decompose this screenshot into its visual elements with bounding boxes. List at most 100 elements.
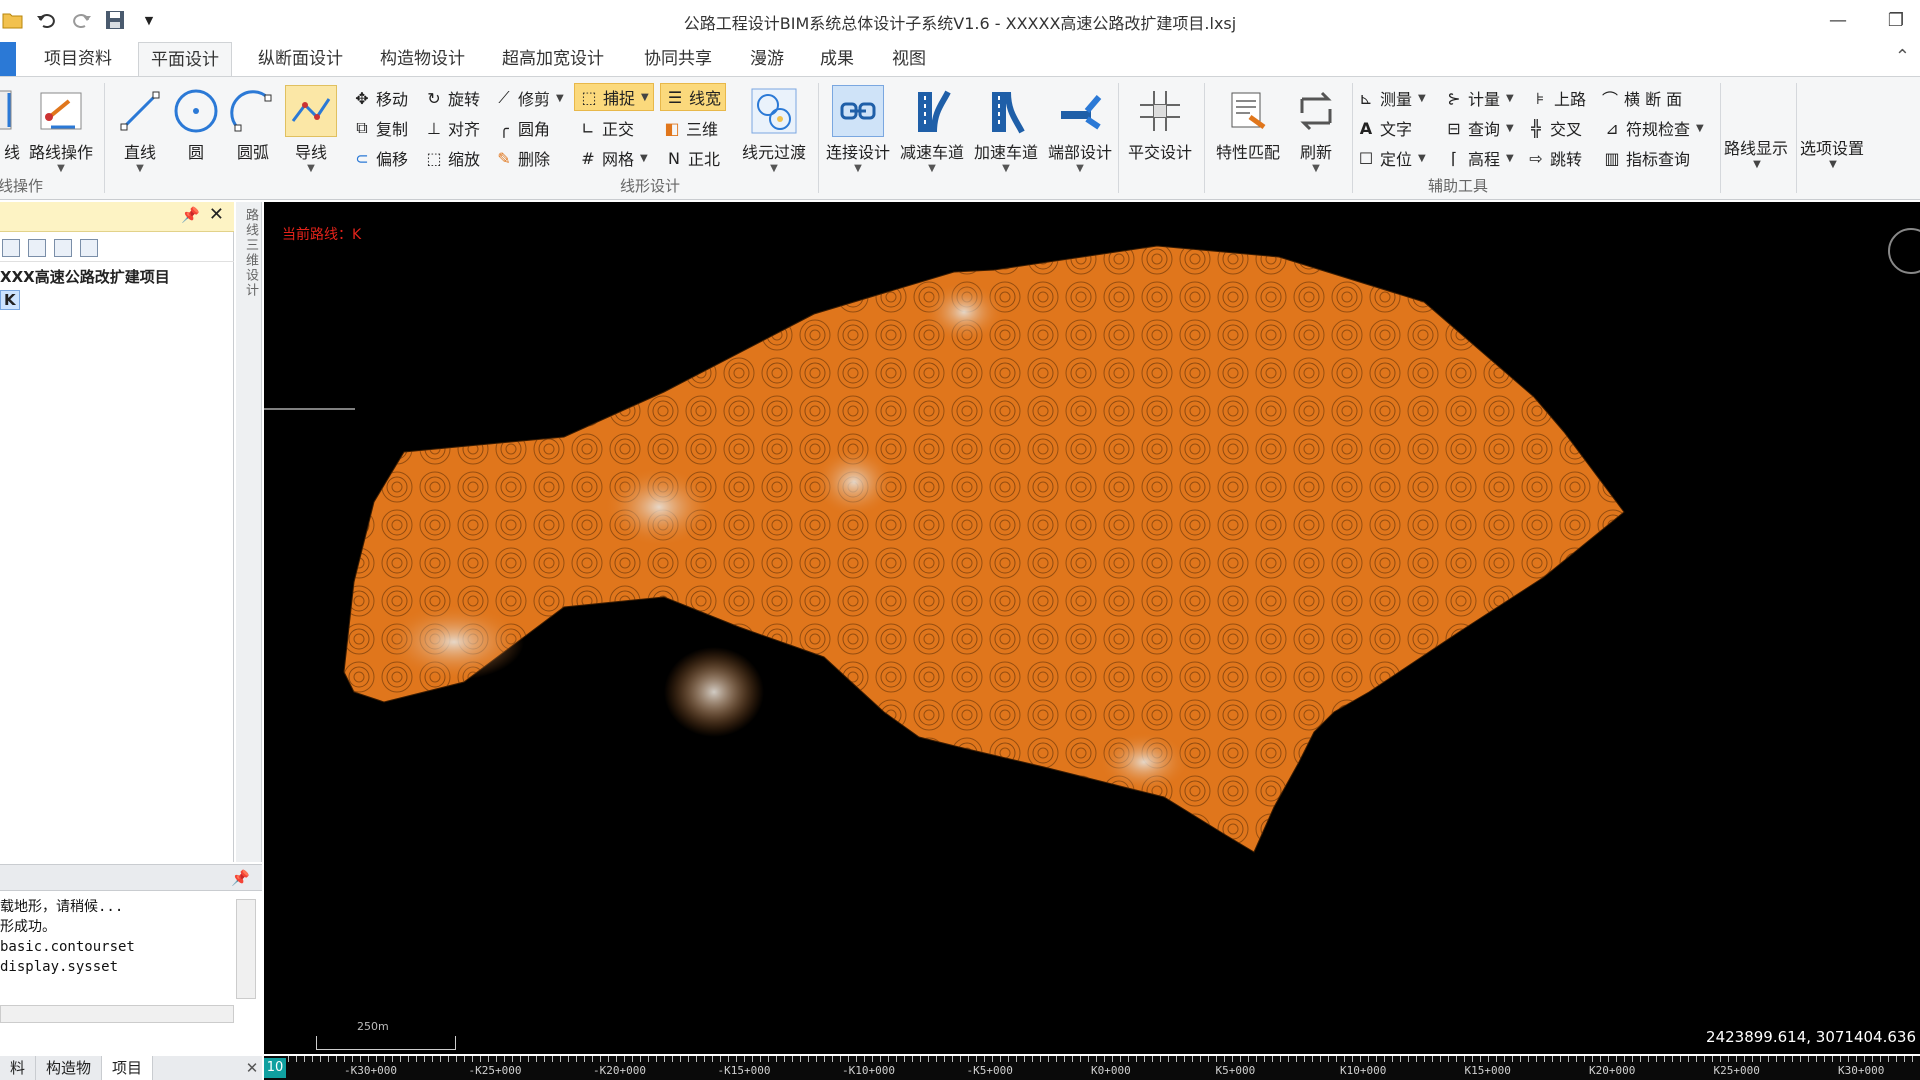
- command-line: 载地形，请稍候...: [0, 899, 124, 915]
- offset-button[interactable]: ⊂ 偏移: [352, 145, 408, 171]
- tab-plan-design[interactable]: 平面设计: [138, 42, 232, 78]
- import-icon[interactable]: [54, 238, 72, 257]
- elevation-icon: ⌈: [1450, 148, 1458, 168]
- tab-view[interactable]: 视图: [880, 42, 938, 76]
- locate-button[interactable]: ☐ 定位 ▼: [1356, 145, 1426, 171]
- tab-profile-design[interactable]: 纵断面设计: [246, 42, 355, 76]
- minimize-icon[interactable]: —: [1824, 6, 1852, 34]
- cad-viewport[interactable]: 当前路线：K 250m 2423899.614, 3071404.636: [264, 202, 1920, 1054]
- jump-button[interactable]: ⇨ 跳转: [1526, 145, 1582, 171]
- table-icon[interactable]: [2, 238, 20, 257]
- group-separator: [1204, 83, 1205, 193]
- file-tab[interactable]: [0, 42, 16, 76]
- align-button[interactable]: ⊥ 对齐: [424, 115, 480, 141]
- dropdown-caret-icon: ▼: [641, 91, 649, 103]
- close-icon[interactable]: ✕: [209, 204, 224, 225]
- index-query-button[interactable]: ▥ 指标查询: [1602, 145, 1690, 171]
- ortho-button[interactable]: ∟ 正交: [578, 115, 634, 141]
- restore-icon[interactable]: ❐: [1882, 6, 1910, 34]
- line-button[interactable]: 直线 ▼: [112, 85, 168, 175]
- line-width-button[interactable]: ☰ 线宽: [660, 83, 727, 111]
- partial-line-button[interactable]: 线: [0, 85, 20, 175]
- dropdown-caret-icon: ▼: [640, 152, 648, 164]
- north-button[interactable]: N 正北: [664, 145, 720, 171]
- compliance-check-button[interactable]: ⊿ 符规检查 ▼: [1602, 115, 1703, 141]
- intersect-icon: ╬: [1531, 118, 1541, 138]
- ruler-tick-label: K10+000: [1340, 1064, 1387, 1077]
- tab-data[interactable]: 料: [0, 1056, 37, 1080]
- project-panel-toolbar: [0, 234, 234, 262]
- route-display-button[interactable]: 路线显示 ▼: [1724, 135, 1788, 170]
- ribbon: 线 路线操作 ▼ 线操作 直线 ▼ 圆 圆弧 导线 ▼ ✥ 移动 ↻ 旋转 ⟋ …: [0, 76, 1920, 200]
- export-icon[interactable]: [28, 238, 46, 257]
- guide-line-button[interactable]: 导线 ▼: [282, 85, 340, 175]
- ruler-zoom-level[interactable]: 10: [264, 1058, 286, 1078]
- copy-button[interactable]: ⧉ 复制: [352, 115, 408, 141]
- delete-button[interactable]: ✎ 删除: [494, 145, 550, 171]
- move-button[interactable]: ✥ 移动: [352, 85, 408, 111]
- offset-icon: ⊂: [355, 148, 369, 168]
- arc-button[interactable]: 圆弧: [224, 85, 282, 175]
- calc-button[interactable]: ⊱ 计量 ▼: [1444, 85, 1514, 111]
- tab-structures[interactable]: 构造物: [36, 1056, 103, 1080]
- dropdown-caret-icon: ▼: [1506, 92, 1514, 104]
- intersect-button[interactable]: ╬ 交叉: [1526, 115, 1582, 141]
- transition-icon: [748, 85, 800, 137]
- grid-button[interactable]: # 网格 ▼: [578, 145, 648, 171]
- scale-button[interactable]: ⬚ 缩放: [424, 145, 480, 171]
- app-window: ▼ 公路工程设计BIM系统总体设计子系统V1.6 - XXXXX高速公路改扩建项…: [0, 0, 1920, 1080]
- end-design-button[interactable]: 端部设计 ▼: [1042, 85, 1118, 175]
- tab-project[interactable]: 项目: [102, 1056, 154, 1080]
- three-d-button[interactable]: ◧ 三维: [662, 115, 718, 141]
- north-icon: N: [668, 148, 680, 168]
- measure-button[interactable]: ⊾ 测量 ▼: [1356, 85, 1425, 111]
- tab-superelevation-design[interactable]: 超高加宽设计: [490, 42, 616, 76]
- flat-crossing-button[interactable]: 平交设计: [1122, 85, 1198, 175]
- ribbon-collapse-icon[interactable]: ⌃: [1895, 46, 1910, 67]
- command-panel-header: 📌: [0, 865, 262, 891]
- cross-section-button[interactable]: ⌒ 横 断 面: [1600, 85, 1682, 111]
- fillet-button[interactable]: ╭ 圆角: [494, 115, 550, 141]
- pin-icon[interactable]: 📌: [181, 206, 200, 224]
- station-ruler[interactable]: 10 -K30+000 -K25+000 -K20+000 -K15+000 -K10+…: [264, 1056, 1920, 1080]
- side-dock-strip[interactable]: 路线三维设计: [236, 202, 262, 862]
- decel-lane-button[interactable]: 减速车道 ▼: [894, 85, 970, 175]
- group-label-line-design: 线形设计: [620, 177, 681, 195]
- command-panel: 📌 载地形，请稍候... 形成功。 basic.contourset displ…: [0, 864, 262, 1054]
- on-road-icon: ⊧: [1535, 88, 1545, 108]
- output-icon[interactable]: [80, 238, 98, 257]
- pin-icon[interactable]: 📌: [231, 869, 250, 887]
- trim-button[interactable]: ⟋ 修剪 ▼: [494, 85, 563, 111]
- arc-icon: [227, 85, 279, 137]
- snap-button[interactable]: ⬚ 捕捉 ▼: [574, 83, 654, 111]
- compliance-icon: ⊿: [1605, 118, 1619, 138]
- tab-project-data[interactable]: 项目资料: [32, 42, 124, 76]
- circle-button[interactable]: 圆: [168, 85, 224, 175]
- tree-item-route[interactable]: K: [0, 290, 20, 310]
- dropdown-caret-icon: ▼: [1312, 163, 1320, 174]
- route-ops-button[interactable]: 路线操作 ▼: [24, 85, 98, 175]
- refresh-button[interactable]: 刷新 ▼: [1276, 85, 1356, 175]
- tab-results[interactable]: 成果: [808, 42, 866, 76]
- connect-design-button[interactable]: 连接设计 ▼: [820, 85, 896, 175]
- transition-button[interactable]: 线元过渡 ▼: [736, 85, 812, 175]
- ruler-tick-label: -K30+000: [344, 1064, 397, 1077]
- close-icon[interactable]: ✕: [242, 1056, 262, 1080]
- end-design-icon: [1054, 85, 1106, 137]
- bottom-panel-tabs: 料 构造物 项目: [0, 1056, 262, 1080]
- elevation-button[interactable]: ⌈ 高程 ▼: [1444, 145, 1514, 171]
- command-line: 形成功。: [0, 919, 56, 935]
- options-button[interactable]: 选项设置 ▼: [1800, 135, 1864, 170]
- trim-icon: ⟋: [498, 88, 510, 107]
- tab-structure-design[interactable]: 构造物设计: [368, 42, 477, 76]
- tab-roaming[interactable]: 漫游: [738, 42, 796, 76]
- horizontal-scrollbar[interactable]: [0, 1005, 234, 1023]
- tab-collaboration[interactable]: 协同共享: [632, 42, 724, 76]
- query-button[interactable]: ⊟ 查询 ▼: [1444, 115, 1513, 141]
- vertical-scrollbar[interactable]: [236, 899, 256, 999]
- on-road-button[interactable]: ⊧ 上路: [1530, 85, 1586, 111]
- tree-root-project[interactable]: XXX高速公路改扩建项目: [0, 266, 170, 287]
- rotate-button[interactable]: ↻ 旋转: [424, 85, 480, 111]
- text-button[interactable]: A 文字: [1356, 115, 1412, 141]
- accel-lane-button[interactable]: 加速车道 ▼: [968, 85, 1044, 175]
